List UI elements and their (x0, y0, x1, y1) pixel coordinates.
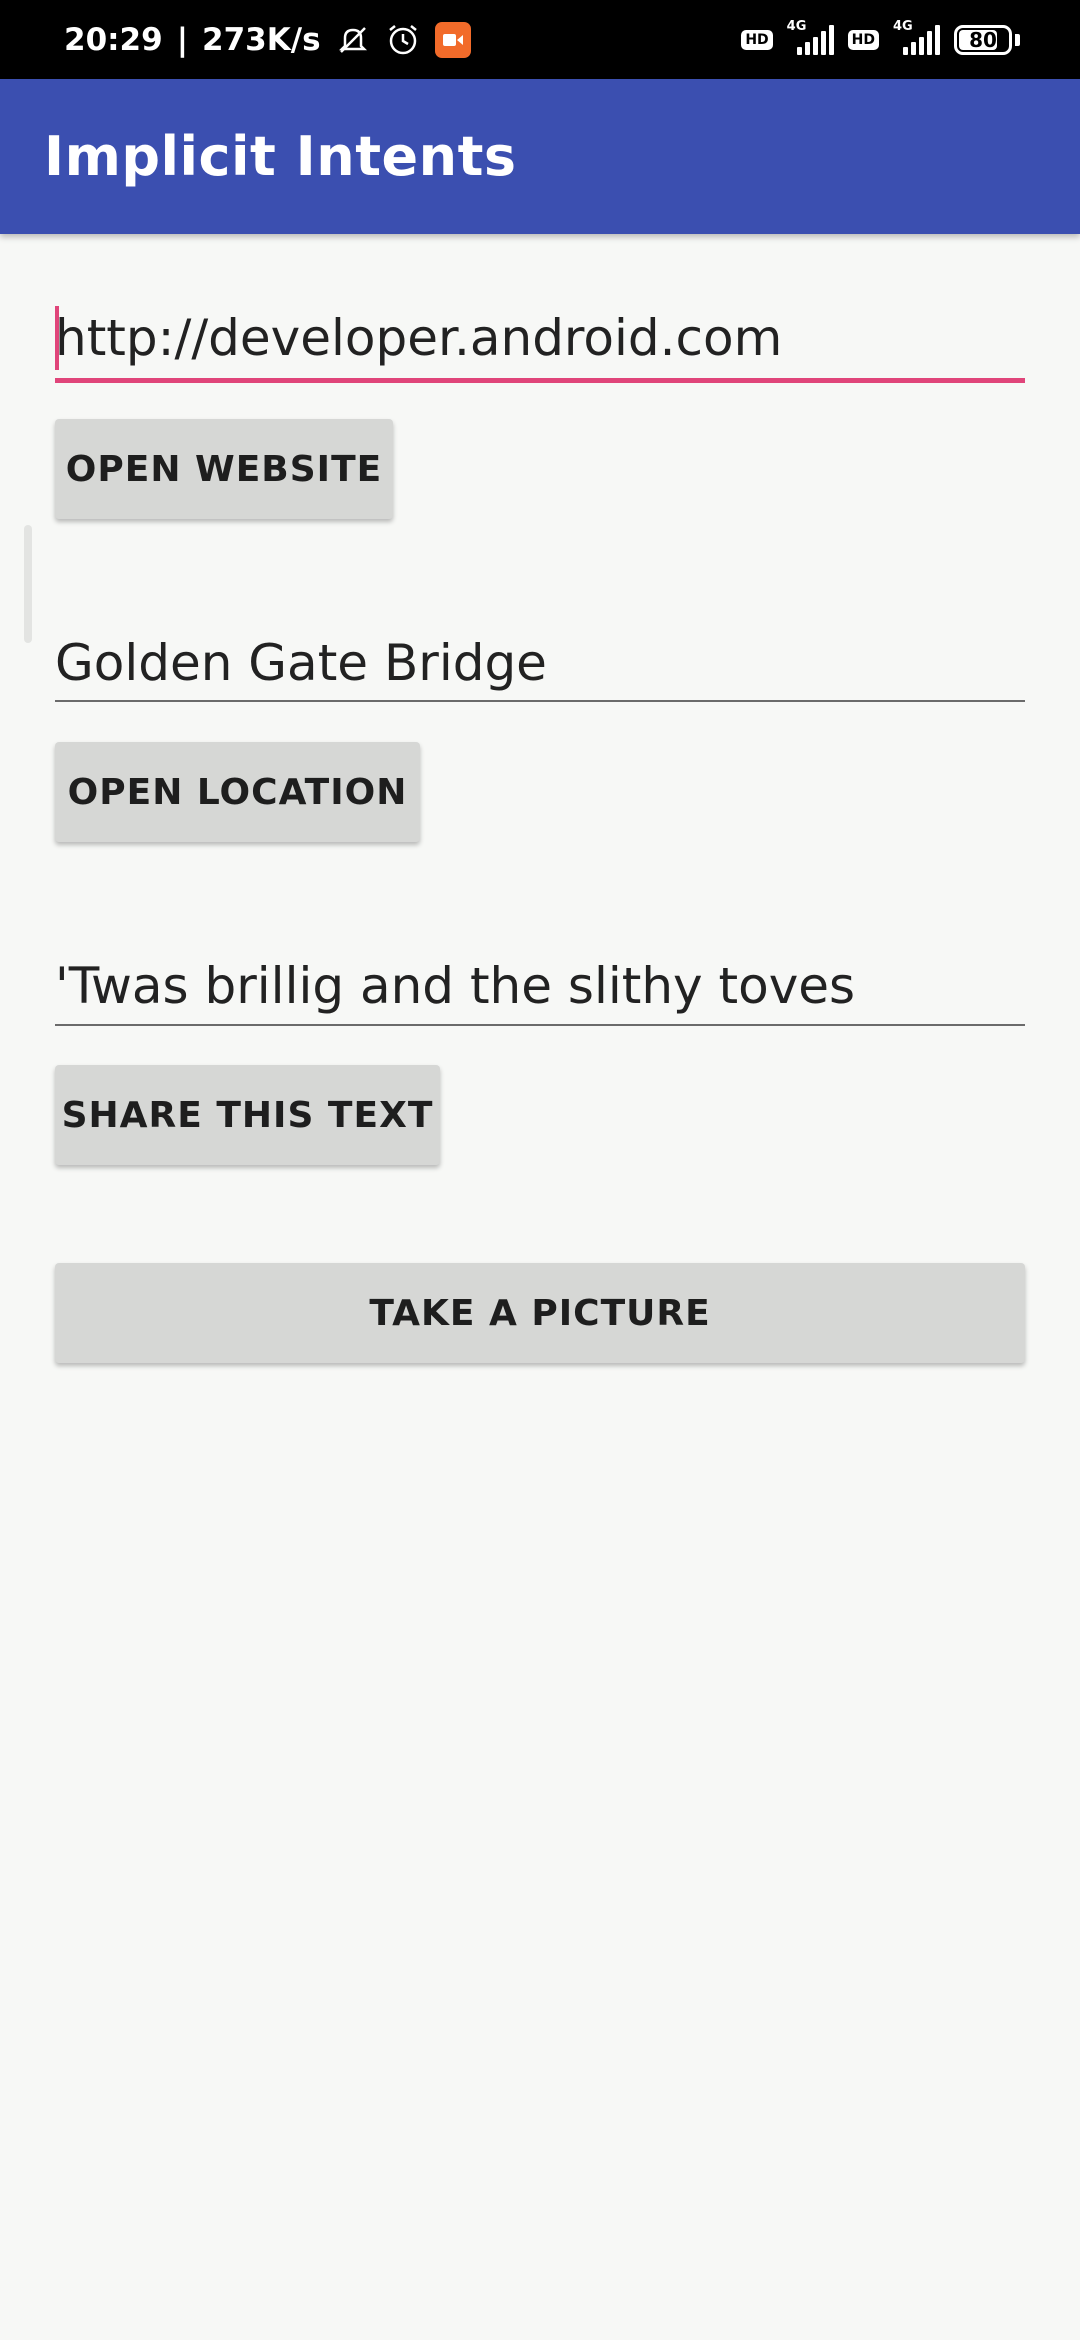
location-input-underline (55, 700, 1025, 702)
alarm-icon (385, 22, 421, 58)
battery-icon: 80 (954, 24, 1012, 55)
app-title: Implicit Intents (44, 125, 517, 188)
scroll-indicator[interactable] (24, 525, 32, 643)
network-speed: 273K/s (202, 21, 321, 58)
battery-level: 80 (969, 27, 997, 52)
hd-badge-sim1: HD (741, 29, 773, 50)
share-text-input-underline (55, 1024, 1025, 1026)
network-type-sim2: 4G (893, 18, 913, 34)
website-input[interactable] (55, 298, 1025, 378)
take-picture-button[interactable]: TAKE A PICTURE (55, 1263, 1025, 1363)
open-website-button[interactable]: OPEN WEBSITE (55, 419, 393, 519)
signal-sim2-icon: 4G (893, 19, 940, 55)
hd-badge-sim2: HD (847, 29, 879, 50)
share-text-input[interactable] (55, 946, 1025, 1026)
status-left: 20:29 | 273K/s (64, 0, 471, 79)
battery-tip (1015, 33, 1020, 46)
mute-icon (335, 22, 371, 58)
network-type-sim1: 4G (786, 18, 807, 34)
status-right: HD 4G HD 4G 80 (741, 0, 1020, 79)
location-input[interactable] (55, 623, 1025, 703)
screen-record-icon (434, 21, 471, 58)
signal-sim1-icon: 4G (787, 19, 834, 55)
app-bar: Implicit Intents (0, 79, 1080, 234)
website-input-underline (55, 378, 1025, 383)
status-separator: | (176, 21, 189, 58)
status-bar: 20:29 | 273K/s HD 4G HD 4G 80 (0, 0, 1080, 79)
status-time: 20:29 (64, 21, 163, 58)
share-text-button[interactable]: SHARE THIS TEXT (55, 1065, 440, 1165)
open-location-button[interactable]: OPEN LOCATION (55, 742, 420, 842)
